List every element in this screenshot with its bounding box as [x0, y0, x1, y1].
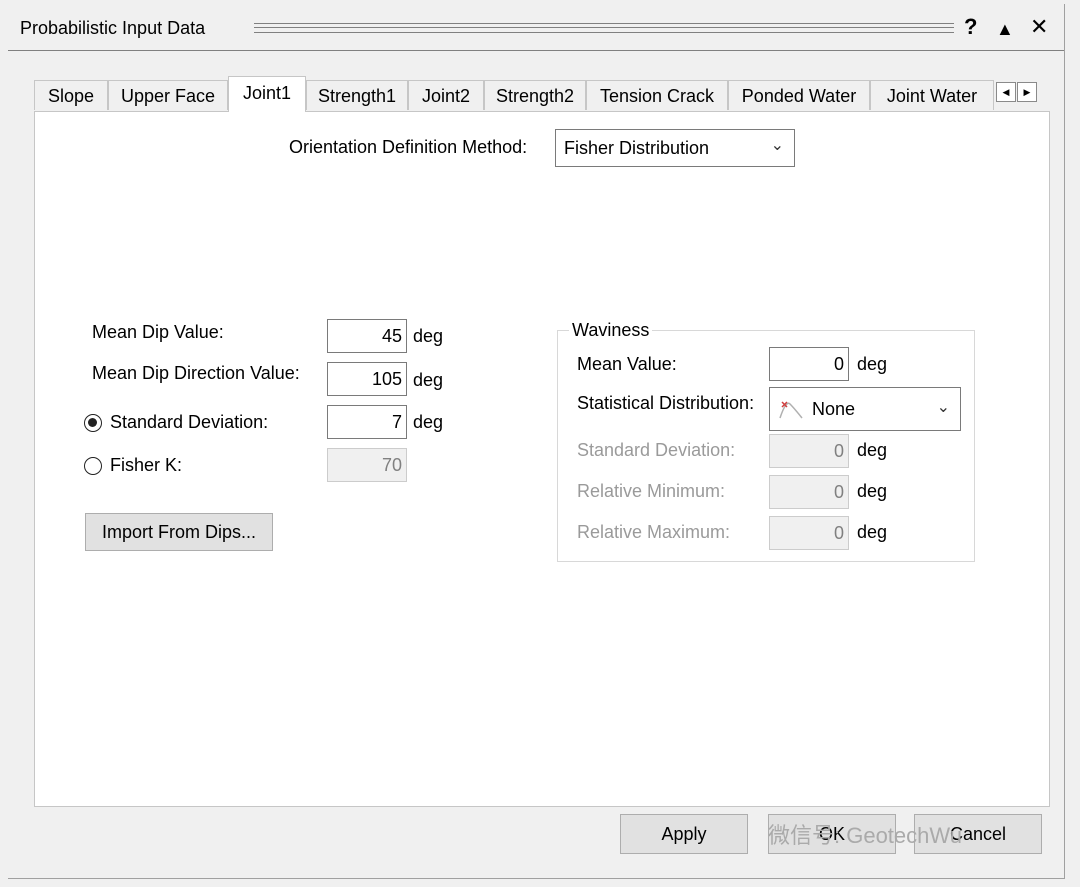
tab-joint-water[interactable]: Joint Water: [870, 80, 994, 110]
fisher-k-radio[interactable]: [84, 457, 102, 475]
chevron-down-icon: ⌄: [770, 137, 784, 154]
joint1-panel: Orientation Definition Method: Fisher Di…: [34, 111, 1050, 807]
relative-minimum-label: Relative Minimum:: [577, 481, 726, 501]
mean-dip-direction-label: Mean Dip Direction Value:: [92, 363, 300, 383]
chevron-down-icon: ⌄: [936, 399, 950, 416]
import-from-dips-button[interactable]: Import From Dips...: [85, 513, 273, 551]
standard-deviation-label: Standard Deviation:: [110, 412, 269, 432]
fisher-k-label: Fisher K:: [110, 455, 183, 475]
statistical-distribution-label: Statistical Distribution:: [577, 393, 755, 413]
tab-upper-face[interactable]: Upper Face: [108, 80, 228, 110]
tab-ponded-water[interactable]: Ponded Water: [728, 80, 870, 110]
mean-dip-input[interactable]: 45: [327, 319, 407, 353]
title-bar[interactable]: Probabilistic Input Data ? ▲ ✕: [8, 4, 1064, 48]
tab-joint1[interactable]: Joint1: [228, 76, 306, 112]
mean-dip-unit: deg: [413, 326, 444, 346]
tab-strength2[interactable]: Strength2: [484, 80, 586, 110]
orientation-method-value: Fisher Distribution: [564, 138, 710, 158]
orientation-method-label: Orientation Definition Method:: [289, 137, 528, 157]
waviness-mean-label: Mean Value:: [577, 354, 677, 374]
standard-deviation-unit: deg: [413, 412, 444, 432]
help-icon[interactable]: ?: [964, 16, 977, 38]
watermark: 微信号: GeotechWu: [768, 823, 962, 848]
orientation-method-select[interactable]: Fisher Distribution ⌄: [555, 129, 795, 167]
collapse-icon[interactable]: ▲: [996, 18, 1014, 40]
tab-joint2[interactable]: Joint2: [408, 80, 484, 110]
waviness-group-title: Waviness: [569, 320, 653, 341]
tab-scroll-left-icon[interactable]: ◀: [996, 82, 1016, 102]
relative-maximum-input[interactable]: 0: [769, 516, 849, 550]
relative-minimum-unit: deg: [857, 481, 888, 501]
statistical-distribution-select[interactable]: None ⌄: [769, 387, 961, 431]
title-divider: [8, 50, 1064, 51]
window-title: Probabilistic Input Data: [20, 18, 206, 38]
tab-slope[interactable]: Slope: [34, 80, 108, 110]
mean-dip-direction-unit: deg: [413, 370, 444, 390]
waviness-std-dev-label: Standard Deviation:: [577, 440, 736, 460]
apply-button[interactable]: Apply: [620, 814, 748, 854]
relative-maximum-label: Relative Maximum:: [577, 522, 731, 542]
mean-dip-label: Mean Dip Value:: [92, 322, 224, 342]
fisher-k-input[interactable]: 70: [327, 448, 407, 482]
distribution-curve-icon: [778, 398, 804, 425]
probabilistic-input-dialog: Probabilistic Input Data ? ▲ ✕ Slope Upp…: [8, 4, 1065, 879]
waviness-std-dev-input[interactable]: 0: [769, 434, 849, 468]
waviness-mean-input[interactable]: 0: [769, 347, 849, 381]
mean-dip-direction-input[interactable]: 105: [327, 362, 407, 396]
waviness-mean-unit: deg: [857, 354, 888, 374]
tab-strength1[interactable]: Strength1: [306, 80, 408, 110]
standard-deviation-input[interactable]: 7: [327, 405, 407, 439]
relative-maximum-unit: deg: [857, 522, 888, 542]
standard-deviation-radio[interactable]: [84, 414, 102, 432]
tab-tension-crack[interactable]: Tension Crack: [586, 80, 728, 110]
tab-scroll-arrows: ◀ ▶: [996, 82, 1038, 102]
close-icon[interactable]: ✕: [1030, 16, 1048, 38]
tab-scroll-right-icon[interactable]: ▶: [1017, 82, 1037, 102]
title-grip: [254, 23, 954, 33]
waviness-std-dev-unit: deg: [857, 440, 888, 460]
statistical-distribution-value: None: [812, 399, 856, 419]
relative-minimum-input[interactable]: 0: [769, 475, 849, 509]
